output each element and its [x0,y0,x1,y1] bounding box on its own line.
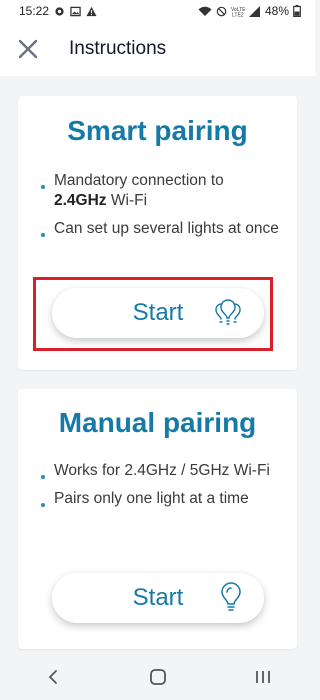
smart-pairing-title: Smart pairing [67,115,248,146]
signal-icon [248,5,260,17]
recents-button[interactable] [243,657,283,697]
wifi-icon [198,6,212,16]
status-right: VoLTE LTE2 48% [198,4,315,18]
manual-pairing-title: Manual pairing [58,407,257,438]
back-button[interactable] [33,657,73,697]
manual-pairing-start-button[interactable]: Start [52,573,264,623]
multiple-bulbs-icon [215,299,241,325]
battery-icon [293,5,301,17]
back-icon [48,670,57,684]
battery-percent: 48% [264,4,289,18]
image-icon [70,6,81,16]
manual-pairing-list: Works for 2.4GHz / 5GHz Wi-Fi Pairs only… [18,461,297,509]
bullet-bold-text: 2.4GHz [54,192,107,209]
close-button[interactable] [13,34,43,64]
list-item: Can set up several lights at once [41,219,284,239]
list-item: Works for 2.4GHz / 5GHz Wi-Fi [41,461,284,481]
start-button-label: Start [132,584,184,611]
status-left: 15:22 [0,4,97,18]
smart-pairing-card: Smart pairing Mandatory connection to 2.… [18,96,297,370]
bullet-text: Mandatory connection to [54,172,224,189]
status-bar: 15:22 VoLTE LTE2 48% [0,0,315,22]
list-item: Mandatory connection to 2.4GHz Wi-Fi [41,171,284,211]
smart-pairing-start-button[interactable]: Start [52,288,264,338]
manual-pairing-card: Manual pairing Works for 2.4GHz / 5GHz W… [18,389,297,649]
list-item: Pairs only one light at a time [41,489,284,509]
volte-icon: VoLTE LTE2 [231,7,245,17]
svg-text:LTE2: LTE2 [232,12,244,17]
status-time: 15:22 [19,4,50,18]
recents-icon [255,671,270,683]
close-icon [18,39,38,59]
home-icon [149,669,166,685]
gear-icon [55,6,64,16]
mute-icon [216,6,227,16]
warning-icon [86,6,97,16]
page-title: Instructions [69,38,167,59]
bullet-text: Wi-Fi [106,192,148,209]
start-button-label: Start [132,299,184,326]
nav-bar [0,654,315,700]
home-button[interactable] [138,657,178,697]
app-bar: Instructions [0,22,315,76]
smart-pairing-list: Mandatory connection to 2.4GHz Wi-Fi Can… [18,171,297,239]
bulb-icon [221,582,241,611]
